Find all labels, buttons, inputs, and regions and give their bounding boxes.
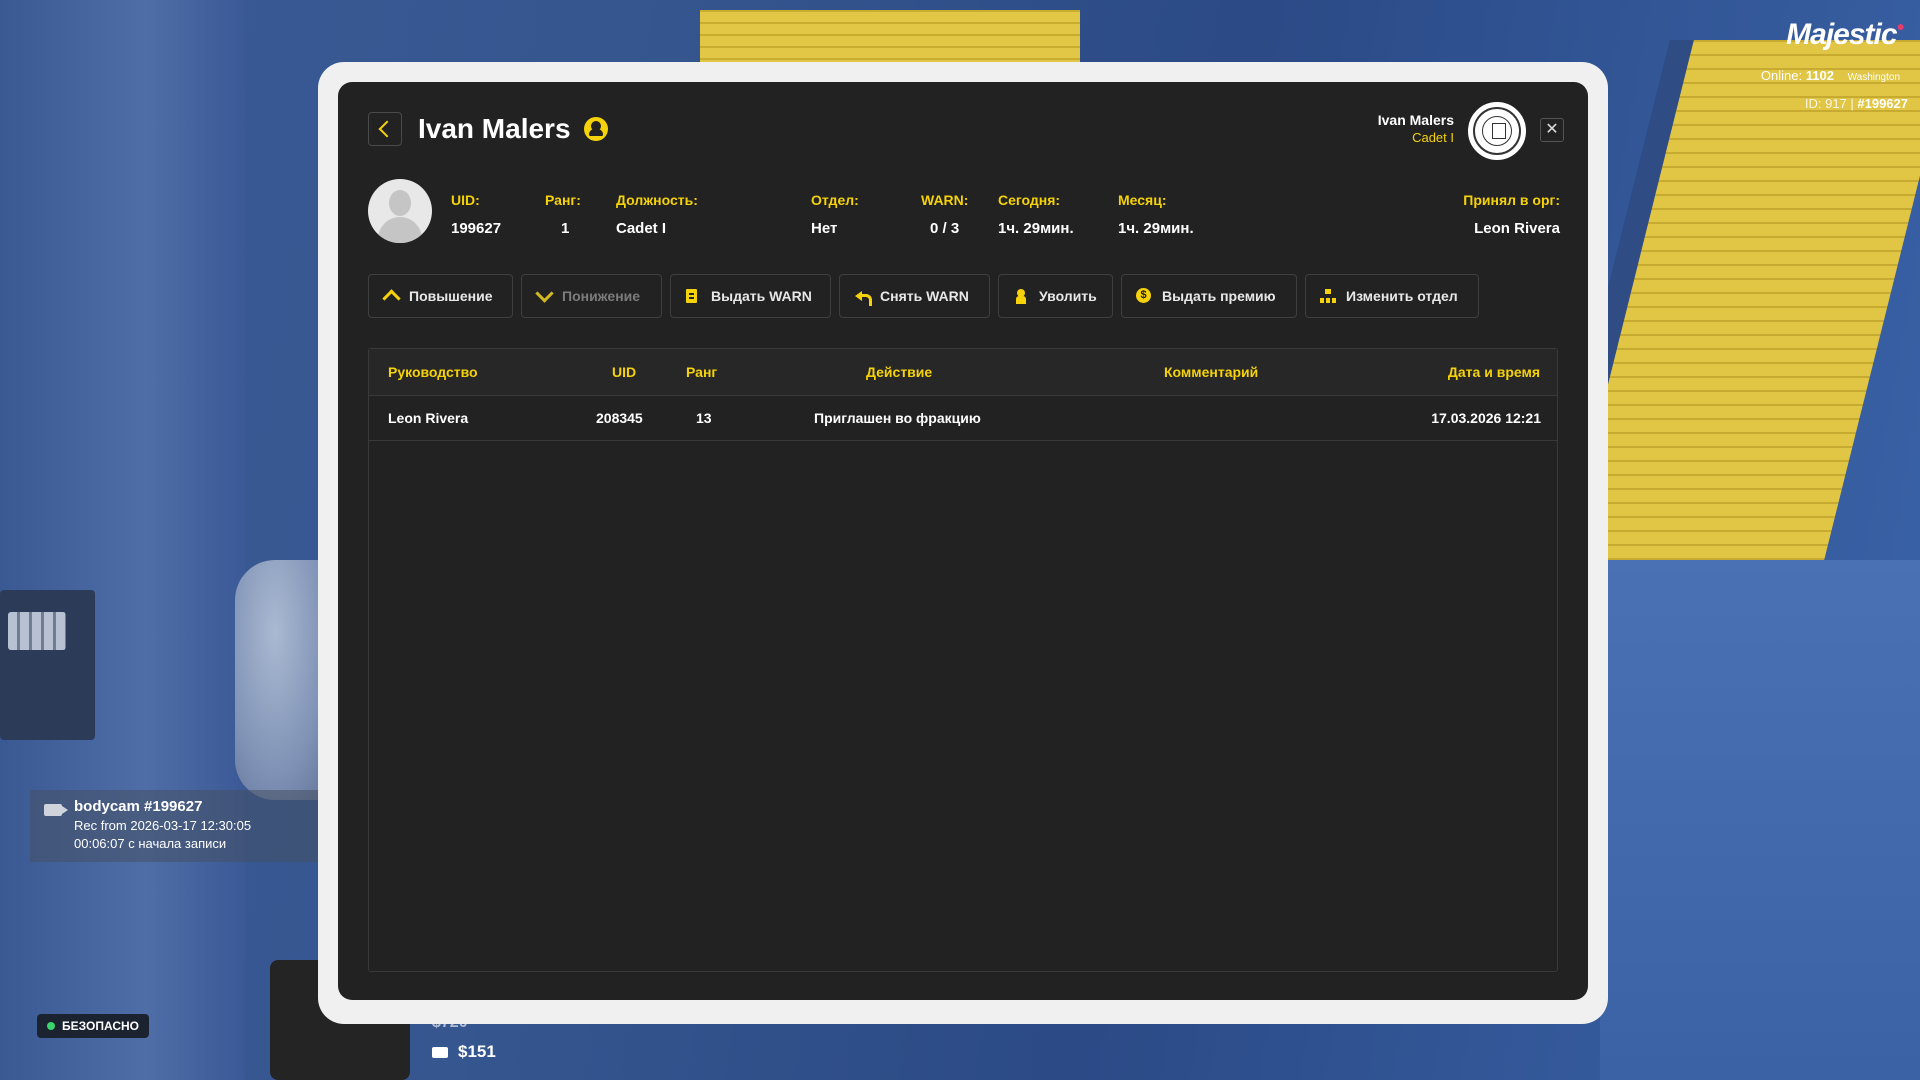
cell-leader: Leon Rivera <box>388 410 469 426</box>
demote-button[interactable]: Понижение <box>521 274 662 318</box>
cell-action: Приглашен во фракцию <box>814 410 981 426</box>
remove-warn-button[interactable]: Снять WARN <box>839 274 990 318</box>
online-label: Online: <box>1760 68 1803 83</box>
header-rank: Ранг <box>686 364 718 380</box>
current-user-name: Ivan Malers <box>1377 112 1454 128</box>
bodycam-title: bodycam #199627 <box>74 798 203 815</box>
info-position: Должность: Cadet I <box>616 192 698 237</box>
cell-datetime: 17.03.2026 12:21 <box>1431 410 1541 426</box>
info-rank: Ранг: 1 <box>545 192 581 237</box>
bodycam-rec: Rec from 2026-03-17 12:30:05 <box>74 818 252 833</box>
keypad-icon <box>8 612 66 650</box>
back-button[interactable] <box>368 112 402 146</box>
promote-button[interactable]: Повышение <box>368 274 513 318</box>
status-dot-icon <box>47 1022 55 1030</box>
undo-icon <box>854 289 872 306</box>
bank-amount: $151 <box>432 1042 496 1062</box>
close-button[interactable]: ✕ <box>1540 118 1564 142</box>
background-pillar <box>0 0 245 1080</box>
background-window <box>700 10 1080 70</box>
issue-warn-button[interactable]: Выдать WARN <box>670 274 831 318</box>
cell-rank: 13 <box>696 410 712 426</box>
arrow-up-icon <box>383 289 399 303</box>
fire-button[interactable]: Уволить <box>998 274 1113 318</box>
header-leader: Руководство <box>388 364 478 380</box>
info-uid: UID: 199627 <box>451 192 502 237</box>
info-department: Отдел: Нет <box>811 192 859 237</box>
online-counter: Online: 1102 Washington <box>1761 68 1900 83</box>
player-id: ID: 917 | #199627 <box>1805 96 1908 111</box>
bodycam-elapsed: 00:06:07 с начала записи <box>74 836 227 851</box>
info-accepted-by: Принял в орг: Leon Rivera <box>1463 192 1560 237</box>
camera-icon <box>44 804 68 816</box>
player-id-text: ID: 917 | <box>1804 96 1858 111</box>
give-bonus-button[interactable]: Выдать премию <box>1121 274 1297 318</box>
change-department-button[interactable]: Изменить отдел <box>1305 274 1479 318</box>
header-uid: UID <box>612 364 637 380</box>
bodycam-overlay: bodycam #199627 Rec from 2026-03-17 12:3… <box>30 790 320 862</box>
coin-icon <box>1136 288 1152 303</box>
member-modal: Ivan Malers Ivan Malers Cadet I ✕ UID: 1… <box>338 82 1588 1000</box>
server-logo: Majestic● <box>1786 18 1905 51</box>
header-action: Действие <box>866 364 933 380</box>
page-title: Ivan Malers <box>418 113 571 144</box>
player-id-hash: #199627 <box>1857 96 1908 111</box>
org-structure-icon <box>1320 289 1336 303</box>
info-month: Месяц: 1ч. 29мин. <box>1118 192 1194 237</box>
background-floor <box>1600 560 1920 1080</box>
history-table: Руководство UID Ранг Действие Комментари… <box>368 348 1558 972</box>
arrow-down-icon <box>536 289 552 303</box>
info-warn: WARN: 0 / 3 <box>921 192 969 237</box>
online-count: 1102 <box>1805 68 1834 83</box>
server-name: Washington <box>1847 72 1900 83</box>
chevron-left-icon <box>378 120 396 138</box>
header-comment: Комментарий <box>1164 364 1259 380</box>
zone-status-badge: БЕЗОПАСНО <box>37 1014 149 1038</box>
header-datetime: Дата и время <box>1447 364 1540 380</box>
card-icon <box>432 1047 448 1059</box>
document-icon <box>685 289 701 303</box>
table-header: Руководство UID Ранг Действие Комментари… <box>369 349 1557 396</box>
cell-uid: 208345 <box>596 410 643 426</box>
fire-person-icon <box>1013 289 1029 304</box>
info-today: Сегодня: 1ч. 29мин. <box>998 192 1074 237</box>
member-status-icon <box>584 117 608 141</box>
current-user-rank: Cadet I <box>1412 130 1454 145</box>
table-row[interactable]: Leon Rivera 208345 13 Приглашен во фракц… <box>369 396 1557 441</box>
department-seal-icon <box>1468 102 1526 160</box>
avatar <box>368 179 432 243</box>
